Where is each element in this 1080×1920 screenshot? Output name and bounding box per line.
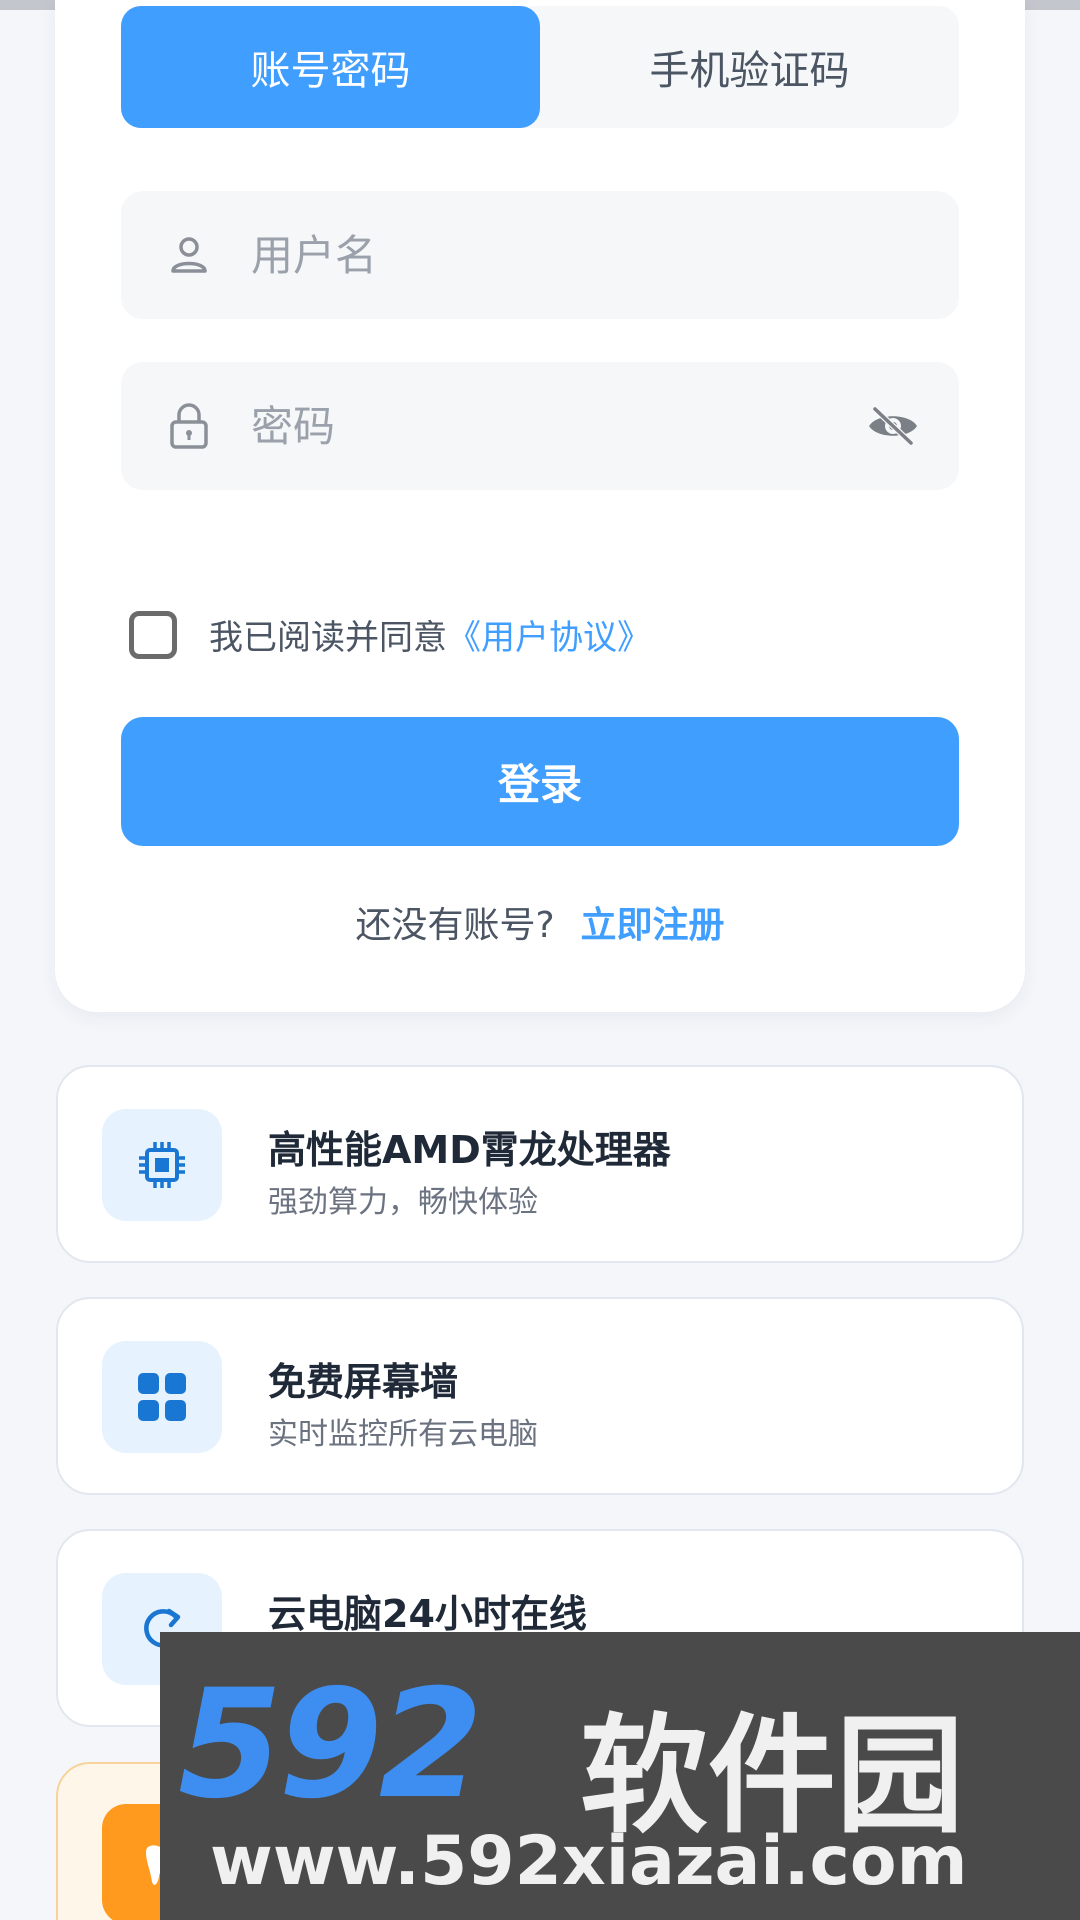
feature-title: 云电脑24小时在线	[268, 1592, 587, 1636]
username-field	[121, 191, 959, 319]
feature-card-screen-wall: 免费屏幕墙 实时监控所有云电脑	[56, 1297, 1024, 1495]
eye-off-icon[interactable]	[863, 396, 923, 456]
agreement-checkbox[interactable]	[129, 610, 177, 659]
register-row: 还没有账号? 立即注册	[55, 896, 1025, 948]
password-input[interactable]	[251, 362, 863, 490]
agreement-text: 我已阅读并同意	[209, 618, 447, 658]
no-account-text: 还没有账号?	[355, 905, 555, 946]
login-page: 账号密码 手机验证码 用户名 我已阅读并同意 《用户协议》 登录 还没有账号? …	[0, 0, 1080, 1920]
feature-title: 高性能AMD霄龙处理器	[268, 1128, 671, 1172]
feature-subtitle: 强劲算力，畅快体验	[268, 1185, 538, 1220]
login-card: 账号密码 手机验证码 用户名 我已阅读并同意 《用户协议》 登录 还没有账号? …	[55, 0, 1025, 1012]
password-field	[121, 362, 959, 490]
login-button[interactable]: 登录	[121, 717, 959, 846]
user-agreement-link[interactable]: 《用户协议》	[447, 610, 651, 659]
username-input[interactable]	[251, 191, 959, 319]
login-tabs: 账号密码 手机验证码	[121, 6, 959, 128]
watermark-banner: 592 软件园 www.592xiazai.com	[160, 1632, 1080, 1920]
watermark-url: www.592xiazai.com	[210, 1822, 968, 1901]
watermark-number: 592	[178, 1658, 483, 1832]
cpu-icon	[102, 1109, 222, 1221]
tab-phone-code[interactable]: 手机验证码	[540, 6, 959, 128]
user-icon	[161, 227, 217, 283]
register-link[interactable]: 立即注册	[581, 905, 725, 946]
lock-icon	[161, 398, 217, 454]
feature-card-cpu: 高性能AMD霄龙处理器 强劲算力，畅快体验	[56, 1065, 1024, 1263]
grid-icon	[102, 1341, 222, 1453]
tab-account-password[interactable]: 账号密码	[121, 6, 540, 128]
feature-title: 免费屏幕墙	[268, 1360, 459, 1404]
feature-subtitle: 实时监控所有云电脑	[268, 1417, 538, 1452]
agreement-row: 我已阅读并同意 《用户协议》	[129, 610, 651, 659]
